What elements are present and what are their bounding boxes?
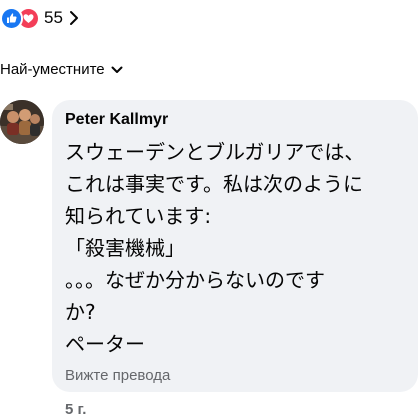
reaction-count: 55	[44, 8, 63, 27]
comment-author[interactable]: Peter Kallmyr	[65, 110, 168, 130]
comment-bubble: Peter Kallmyr スウェーデンとブルガリアでは、 これは事実です。私は…	[52, 100, 418, 392]
chevron-right-icon[interactable]	[69, 10, 79, 26]
comment-text: スウェーデンとブルガリアでは、 これは事実です。私は次のように 知られています:…	[65, 136, 415, 360]
comment-line: スウェーデンとブルガリアでは、	[65, 140, 365, 164]
chevron-down-icon	[111, 66, 123, 74]
comment-line: か?	[65, 300, 96, 324]
like-icon	[0, 6, 23, 30]
comment-sort-dropdown[interactable]: Най-уместните	[0, 60, 123, 80]
comment-line: これは事実です。私は次のように	[65, 172, 363, 196]
comment-line: 。。。なぜか分からないのです	[65, 268, 325, 292]
comment-line: 知られています:	[65, 204, 212, 228]
avatar[interactable]	[0, 100, 44, 144]
see-translation-link[interactable]: Вижте превода	[65, 366, 170, 386]
sort-label: Най-уместните	[0, 61, 105, 78]
comment-line: 「殺害機械」	[65, 236, 185, 260]
comment-line: ペーター	[65, 332, 145, 356]
reactions-summary[interactable]: 55	[0, 6, 79, 30]
comment-timestamp[interactable]: 5 г.	[65, 400, 86, 420]
